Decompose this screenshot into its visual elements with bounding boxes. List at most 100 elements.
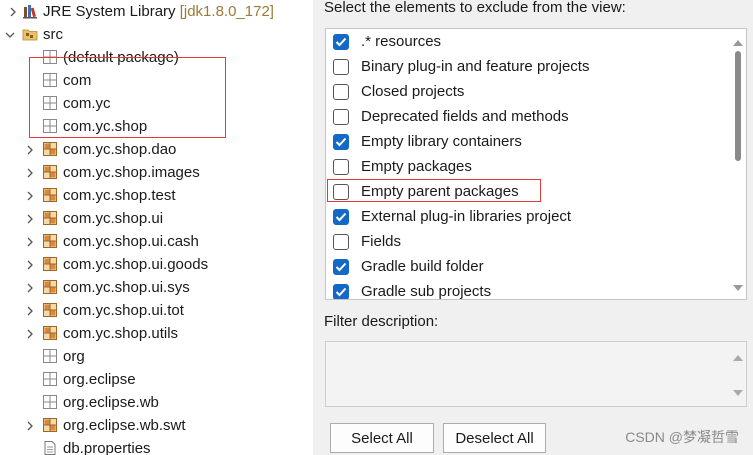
tree-row-src[interactable]: src (0, 23, 300, 46)
tree-label: com.yc (63, 95, 111, 112)
chevron-right-icon[interactable] (24, 207, 36, 230)
filter-list-scrollbar[interactable] (730, 29, 746, 299)
scroll-down-arrow-icon[interactable] (733, 278, 743, 295)
checkbox-unchecked[interactable] (333, 233, 349, 250)
tree-decoration: [jdk1.8.0_172] (179, 3, 274, 20)
tree-label: (default package) (63, 49, 179, 66)
checkbox-checked[interactable] (333, 33, 349, 50)
filter-item[interactable]: Gradle build folder (333, 254, 484, 279)
empty-package-icon (42, 95, 58, 111)
dialog-instruction: Select the elements to exclude from the … (324, 0, 626, 16)
tree-label: com.yc.shop.utils (63, 325, 179, 342)
package-icon (42, 302, 58, 318)
filter-item-label: Empty parent packages (361, 183, 519, 200)
filter-item-label: Closed projects (361, 83, 465, 100)
empty-package-icon (42, 371, 58, 387)
tree-label: com.yc.shop.dao (63, 141, 177, 158)
filters-dialog: Select the elements to exclude from the … (313, 0, 753, 455)
chevron-right-icon[interactable] (24, 322, 36, 345)
tree-row-package[interactable]: com.yc.shop.ui (0, 207, 300, 230)
tree-row-package[interactable]: com.yc (0, 92, 300, 115)
filter-item[interactable]: Empty packages (333, 154, 472, 179)
tree-label: com.yc.shop.test (63, 187, 176, 204)
package-icon (42, 141, 58, 157)
tree-row-package[interactable]: com.yc.shop (0, 115, 300, 138)
package-icon (42, 164, 58, 180)
chevron-right-icon[interactable] (24, 184, 36, 207)
tree-label: org.eclipse.wb.swt (63, 417, 186, 434)
tree-row-package[interactable]: com.yc.shop.images (0, 161, 300, 184)
scroll-down-arrow-icon[interactable] (733, 383, 743, 400)
filter-item[interactable]: External plug-in libraries project (333, 204, 571, 229)
filter-item-label: Binary plug-in and feature projects (361, 58, 590, 75)
filter-description-label: Filter description: (324, 313, 439, 330)
checkbox-unchecked[interactable] (333, 183, 349, 200)
tree-row-package[interactable]: com.yc.shop.ui.sys (0, 276, 300, 299)
tree-label: com.yc.shop.ui.tot (63, 302, 184, 319)
empty-package-icon (42, 394, 58, 410)
filter-item[interactable]: Empty parent packages (333, 179, 519, 204)
tree-label: com (63, 72, 92, 89)
library-icon (22, 3, 38, 19)
empty-package-icon (42, 49, 58, 65)
package-icon (42, 279, 58, 295)
scroll-up-arrow-icon[interactable] (733, 348, 743, 365)
watermark: CSDN @梦凝哲雪 (625, 429, 739, 445)
tree-row-package[interactable]: org.eclipse.wb.swt (0, 414, 300, 437)
chevron-right-icon[interactable] (24, 253, 36, 276)
tree-row-package[interactable]: com.yc.shop.ui.cash (0, 230, 300, 253)
filter-item-label: .* resources (361, 33, 442, 50)
chevron-down-icon[interactable] (4, 23, 16, 46)
empty-package-icon (42, 348, 58, 364)
tree-row-package[interactable]: org (0, 345, 300, 368)
tree-row-jre-library[interactable]: JRE System Library [jdk1.8.0_172] (0, 0, 300, 23)
tree-row-package[interactable]: com.yc.shop.test (0, 184, 300, 207)
tree-row-package[interactable]: com.yc.shop.dao (0, 138, 300, 161)
filter-item[interactable]: Gradle sub projects (333, 279, 492, 300)
deselect-all-button[interactable]: Deselect All (443, 423, 546, 453)
file-icon (42, 440, 58, 455)
checkbox-unchecked[interactable] (333, 108, 349, 125)
checkbox-checked[interactable] (333, 258, 349, 275)
checkbox-checked[interactable] (333, 283, 349, 299)
empty-package-icon (42, 118, 58, 134)
description-scrollbar[interactable] (730, 342, 746, 406)
tree-row-package[interactable]: (default package) (0, 46, 300, 69)
tree-label: com.yc.shop.images (63, 164, 200, 181)
filter-item[interactable]: .* resources (333, 29, 441, 54)
package-explorer-tree: JRE System Library [jdk1.8.0_172] src (d… (0, 0, 300, 455)
chevron-right-icon[interactable] (24, 276, 36, 299)
tree-row-package[interactable]: com.yc.shop.ui.tot (0, 299, 300, 322)
filter-item-label: Gradle build folder (361, 258, 484, 275)
checkbox-checked[interactable] (333, 208, 349, 225)
chevron-right-icon[interactable] (24, 161, 36, 184)
scrollbar-thumb[interactable] (735, 51, 741, 161)
chevron-right-icon[interactable] (24, 414, 36, 437)
checkbox-unchecked[interactable] (333, 58, 349, 75)
filter-item[interactable]: Deprecated fields and methods (333, 104, 569, 129)
select-all-button[interactable]: Select All (330, 423, 434, 453)
checkbox-checked[interactable] (333, 133, 349, 150)
chevron-right-icon[interactable] (24, 230, 36, 253)
checkbox-unchecked[interactable] (333, 158, 349, 175)
filter-item[interactable]: Empty library containers (333, 129, 522, 154)
tree-row-package[interactable]: db.properties (0, 437, 300, 455)
filter-list[interactable]: .* resources Binary plug-in and feature p… (325, 28, 747, 300)
filter-item-label: Gradle sub projects (361, 283, 492, 300)
package-icon (42, 325, 58, 341)
scroll-up-arrow-icon[interactable] (733, 33, 743, 50)
chevron-right-icon[interactable] (7, 0, 19, 23)
tree-row-package[interactable]: com.yc.shop.ui.goods (0, 253, 300, 276)
checkbox-unchecked[interactable] (333, 83, 349, 100)
tree-row-package[interactable]: com (0, 69, 300, 92)
empty-package-icon (42, 72, 58, 88)
chevron-right-icon[interactable] (24, 138, 36, 161)
tree-row-package[interactable]: com.yc.shop.utils (0, 322, 300, 345)
filter-item[interactable]: Closed projects (333, 79, 464, 104)
tree-row-package[interactable]: org.eclipse.wb (0, 391, 300, 414)
tree-row-package[interactable]: org.eclipse (0, 368, 300, 391)
tree-label: com.yc.shop.ui.sys (63, 279, 190, 296)
filter-item[interactable]: Fields (333, 229, 401, 254)
filter-item[interactable]: Binary plug-in and feature projects (333, 54, 589, 79)
chevron-right-icon[interactable] (24, 299, 36, 322)
